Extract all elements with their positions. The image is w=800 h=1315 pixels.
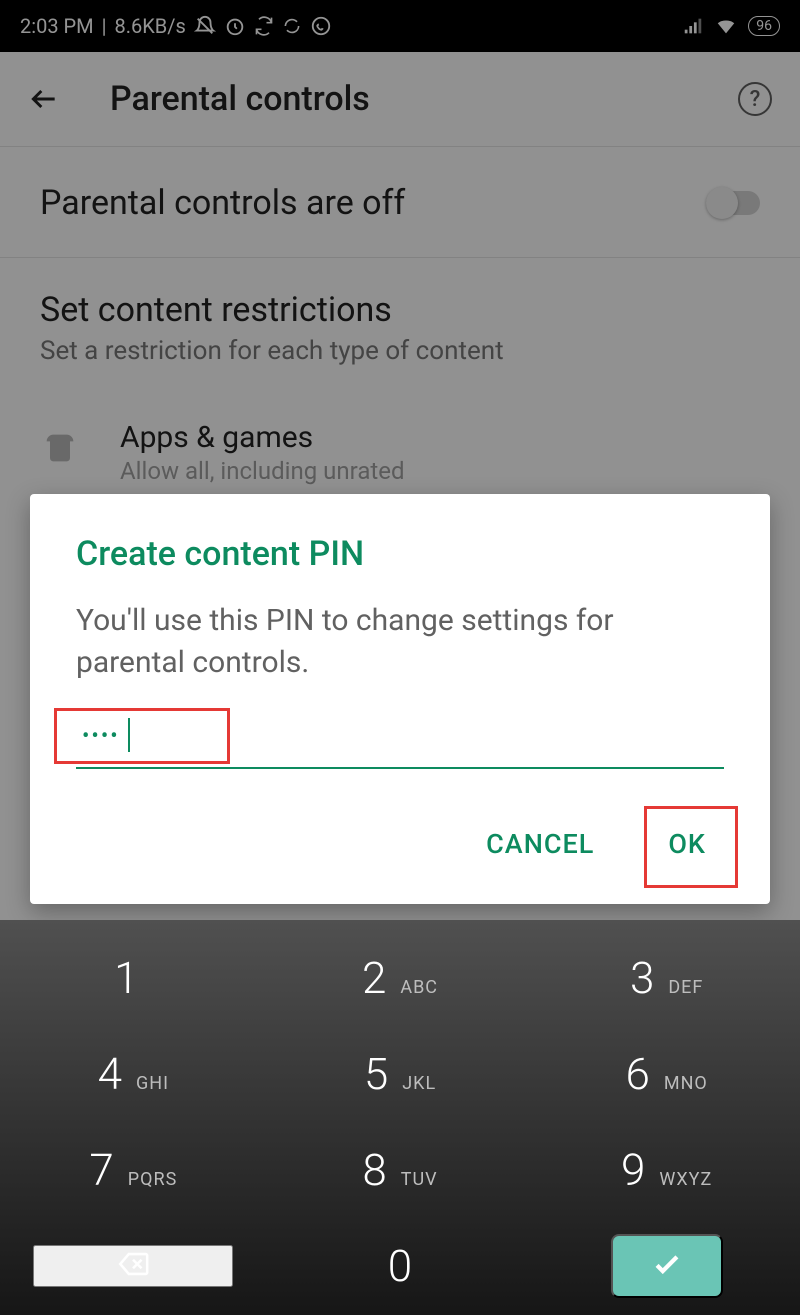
keypad-confirm[interactable] — [611, 1234, 723, 1298]
keypad-key-1[interactable]: 1 — [33, 952, 233, 1004]
keypad-key-3[interactable]: 3 DEF — [567, 952, 767, 1004]
dialog-body: You'll use this PIN to change settings f… — [76, 600, 724, 684]
key-digit: 8 — [362, 1144, 386, 1196]
key-letters: GHI — [136, 1073, 169, 1094]
key-digit: 0 — [388, 1240, 412, 1292]
pin-input[interactable] — [76, 716, 724, 769]
key-digit: 4 — [98, 1048, 122, 1100]
keypad-row-1: 1 2 ABC 3 DEF — [0, 930, 800, 1026]
key-letters: JKL — [402, 1073, 436, 1094]
keypad-key-9[interactable]: 9 WXYZ — [567, 1144, 767, 1196]
dialog-actions: CANCEL OK — [464, 810, 728, 878]
keypad-key-2[interactable]: 2 ABC — [300, 952, 500, 1004]
dialog-title: Create content PIN — [76, 534, 724, 574]
create-pin-dialog: Create content PIN You'll use this PIN t… — [30, 494, 770, 904]
keypad-row-3: 7 PQRS 8 TUV 9 WXYZ — [0, 1122, 800, 1218]
keypad-row-4: 0 — [0, 1218, 800, 1314]
key-letters: TUV — [401, 1169, 438, 1190]
ok-button[interactable]: OK — [646, 810, 728, 878]
key-letters: MNO — [664, 1073, 708, 1094]
key-letters: ABC — [400, 977, 438, 998]
keypad-key-7[interactable]: 7 PQRS — [33, 1144, 233, 1196]
numeric-keypad: 1 2 ABC 3 DEF 4 GHI 5 JKL 6 MNO 7 PQRS 8 TUV 9W… — [0, 920, 800, 1315]
cancel-button[interactable]: CANCEL — [464, 810, 616, 878]
key-digit: 9 — [621, 1144, 645, 1196]
key-digit: 2 — [362, 952, 386, 1004]
keypad-key-0[interactable]: 0 — [300, 1240, 500, 1292]
text-caret — [128, 718, 130, 752]
keypad-row-2: 4 GHI 5 JKL 6 MNO — [0, 1026, 800, 1122]
key-letters: PQRS — [128, 1169, 178, 1190]
keypad-key-5[interactable]: 5 JKL — [300, 1048, 500, 1100]
pin-field-wrap: •••• — [76, 716, 724, 769]
keypad-confirm-wrap — [567, 1234, 767, 1298]
keypad-backspace[interactable] — [33, 1245, 233, 1287]
keypad-key-6[interactable]: 6 MNO — [567, 1048, 767, 1100]
key-digit: 6 — [625, 1048, 649, 1100]
backspace-icon — [111, 1247, 155, 1285]
key-letters: DEF — [668, 977, 703, 998]
key-digit: 1 — [114, 952, 138, 1004]
key-digit: 7 — [89, 1144, 113, 1196]
keypad-key-8[interactable]: 8 TUV — [300, 1144, 500, 1196]
key-digit: 5 — [364, 1048, 388, 1100]
check-icon — [650, 1247, 684, 1285]
keypad-key-4[interactable]: 4 GHI — [33, 1048, 233, 1100]
key-letters: WXYZ — [659, 1169, 712, 1190]
key-digit: 3 — [630, 952, 654, 1004]
